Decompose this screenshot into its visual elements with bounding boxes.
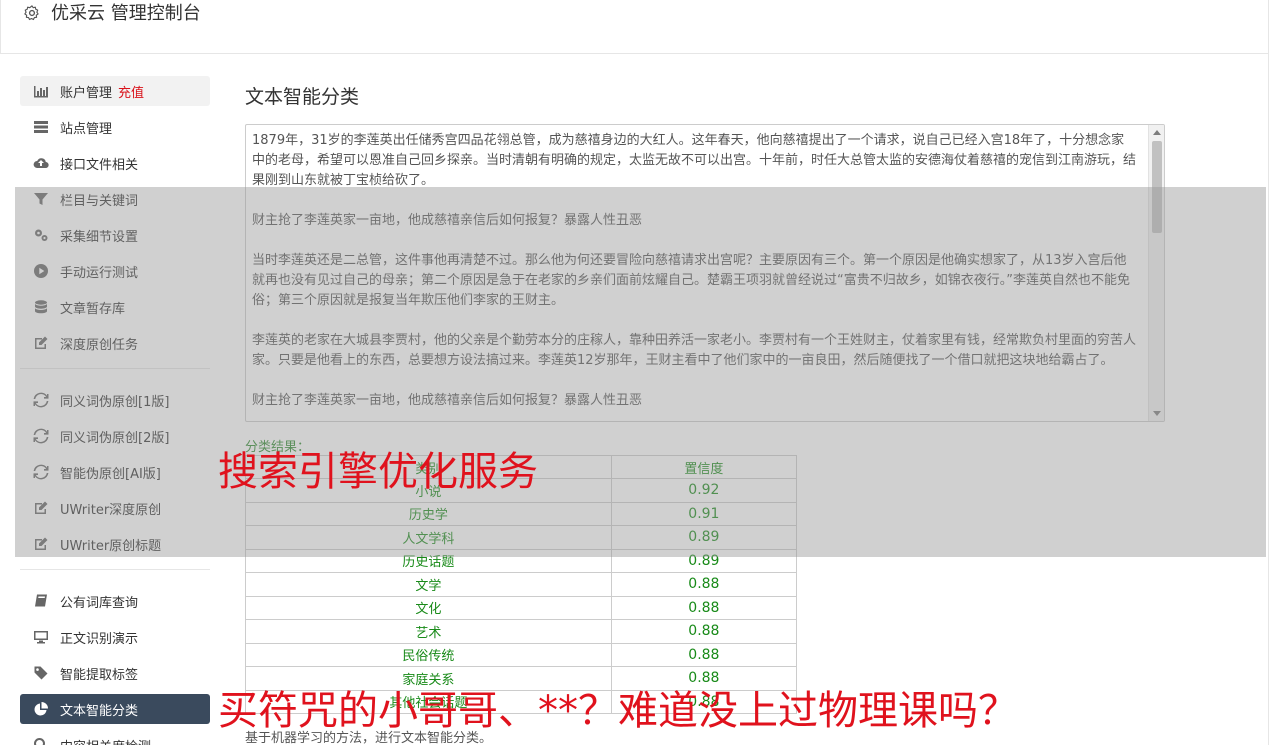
page-title: 文本智能分类 — [245, 86, 360, 108]
top-bar: 优采云 管理控制台 — [0, 0, 1268, 54]
category-cell: 艺术 — [245, 619, 612, 644]
table-row: 文学 0.88 — [245, 572, 798, 597]
score-cell: 0.88 — [610, 572, 798, 597]
tag-icon — [32, 664, 50, 682]
main-content: 文本智能分类 1879年，31岁的李莲英出任储秀宫四品花翎总管，成为慈禧身边的大… — [245, 82, 1165, 745]
sidebar-item-account[interactable]: 账户管理 充值 — [20, 76, 210, 106]
watermark-bottom: 买符咒的小哥哥、**？难道没上过物理课吗？ — [218, 688, 1018, 734]
table-row: 历史学 0.91 — [245, 501, 798, 526]
edit-icon — [32, 334, 50, 352]
score-cell: 0.88 — [610, 619, 798, 644]
textarea-scrollbar[interactable] — [1148, 125, 1164, 421]
category-cell: 民俗传统 — [245, 642, 612, 667]
scroll-thumb[interactable] — [1152, 141, 1162, 233]
scroll-up-arrow-icon[interactable] — [1153, 130, 1161, 135]
sidebar-item-deep-original[interactable]: 深度原创任务 — [20, 328, 210, 358]
pie-chart-icon — [32, 700, 50, 718]
column-header-confidence: 置信度 — [610, 455, 798, 479]
window-right-edge — [1268, 0, 1280, 745]
score-cell: 0.88 — [610, 642, 798, 667]
sidebar-item-text-classification[interactable]: 文本智能分类 — [20, 694, 210, 724]
score-cell: 0.88 — [610, 595, 798, 620]
edit-icon — [32, 535, 50, 553]
sidebar-item-label: 内容相关度检测 — [60, 736, 151, 745]
sidebar-item-label: 文本智能分类 — [60, 703, 139, 719]
recharge-link[interactable]: 充值 — [118, 82, 144, 101]
sidebar-item-label: 接口文件相关 — [60, 157, 139, 173]
text-input-content[interactable]: 1879年，31岁的李莲英出任储秀宫四品花翎总管，成为慈禧身边的大红人。这年春天… — [252, 131, 1136, 411]
book-icon — [32, 592, 50, 610]
database-icon — [32, 298, 50, 316]
gear-icon — [24, 5, 39, 21]
sidebar-item-label: 公有词库查询 — [60, 595, 139, 611]
category-cell: 人文学科 — [245, 525, 612, 550]
text-input-area[interactable]: 1879年，31岁的李莲英出任储秀宫四品花翎总管，成为慈禧身边的大红人。这年春天… — [245, 124, 1165, 422]
sidebar-divider — [20, 368, 210, 369]
scroll-down-arrow-icon[interactable] — [1153, 411, 1161, 416]
app-title: 优采云 管理控制台 — [51, 3, 201, 24]
score-cell: 0.89 — [610, 548, 798, 573]
sidebar-item-relevance-check[interactable]: 内容相关度检测 — [20, 730, 210, 745]
table-row: 人文学科 0.89 — [245, 525, 798, 550]
sidebar-item-article-storage[interactable]: 文章暂存库 — [20, 292, 210, 322]
monitor-icon — [32, 628, 50, 646]
gears-icon — [32, 226, 50, 244]
sidebar-item-uwriter-deep[interactable]: UWriter深度原创 — [20, 493, 210, 523]
server-icon — [32, 118, 50, 136]
sidebar-item-label: 采集细节设置 — [60, 229, 139, 245]
sidebar-item-columns-keywords[interactable]: 栏目与关键词 — [20, 184, 210, 214]
sidebar-item-uwriter-title[interactable]: UWriter原创标题 — [20, 529, 210, 559]
sidebar-item-synonym-v2[interactable]: 同义词伪原创[2版] — [20, 421, 210, 451]
refresh-icon — [32, 391, 50, 409]
sidebar-item-public-lexicon[interactable]: 公有词库查询 — [20, 586, 210, 616]
sidebar-item-label: 同义词伪原创[2版] — [60, 430, 170, 446]
refresh-icon — [32, 427, 50, 445]
sidebar-item-interface-files[interactable]: 接口文件相关 — [20, 148, 210, 178]
bar-chart-icon — [32, 82, 50, 100]
table-row: 历史话题 0.89 — [245, 548, 798, 573]
table-row: 民俗传统 0.88 — [245, 642, 798, 667]
sidebar-item-label: 栏目与关键词 — [60, 193, 139, 209]
sidebar-item-text-recognition[interactable]: 正文识别演示 — [20, 622, 210, 652]
category-cell: 文化 — [245, 595, 612, 620]
score-cell: 0.89 — [610, 525, 798, 550]
sidebar-item-collect-settings[interactable]: 采集细节设置 — [20, 220, 210, 250]
sidebar-item-ai-rewrite[interactable]: 智能伪原创[AI版] — [20, 457, 210, 487]
score-cell: 0.91 — [610, 501, 798, 526]
category-cell: 文学 — [245, 572, 612, 597]
sidebar-item-label: UWriter深度原创 — [60, 502, 162, 518]
sidebar-item-label: 智能伪原创[AI版] — [60, 466, 161, 482]
sidebar-item-sites[interactable]: 站点管理 — [20, 112, 210, 142]
sidebar-item-label: 站点管理 — [60, 121, 113, 137]
category-cell: 历史话题 — [245, 548, 612, 573]
filter-icon — [32, 190, 50, 208]
sidebar-item-label: 深度原创任务 — [60, 337, 139, 353]
sidebar-item-label: 账户管理 — [60, 85, 113, 101]
cloud-upload-icon — [32, 154, 50, 172]
sidebar-item-label: UWriter原创标题 — [60, 538, 162, 554]
table-row: 文化 0.88 — [245, 595, 798, 620]
watermark-top: 搜索引擎优化服务 — [218, 449, 538, 495]
sidebar-item-label: 正文识别演示 — [60, 631, 139, 647]
score-cell: 0.92 — [610, 478, 798, 503]
play-circle-icon — [32, 262, 50, 280]
sidebar-item-label: 文章暂存库 — [60, 301, 126, 317]
sidebar-item-synonym-v1[interactable]: 同义词伪原创[1版] — [20, 385, 210, 415]
sidebar-item-label: 智能提取标签 — [60, 667, 139, 683]
sidebar-item-manual-test[interactable]: 手动运行测试 — [20, 256, 210, 286]
sidebar-item-label: 同义词伪原创[1版] — [60, 394, 170, 410]
sidebar: 账户管理 充值 站点管理 接口文件相关 栏目与关键词 采集细节设置 手动运行测试… — [20, 76, 210, 745]
edit-icon — [32, 499, 50, 517]
table-row: 艺术 0.88 — [245, 619, 798, 644]
category-cell: 历史学 — [245, 501, 612, 526]
refresh-icon — [32, 463, 50, 481]
sidebar-item-extract-tags[interactable]: 智能提取标签 — [20, 658, 210, 688]
search-icon — [32, 736, 50, 745]
sidebar-item-label: 手动运行测试 — [60, 265, 139, 281]
sidebar-divider — [20, 569, 210, 570]
